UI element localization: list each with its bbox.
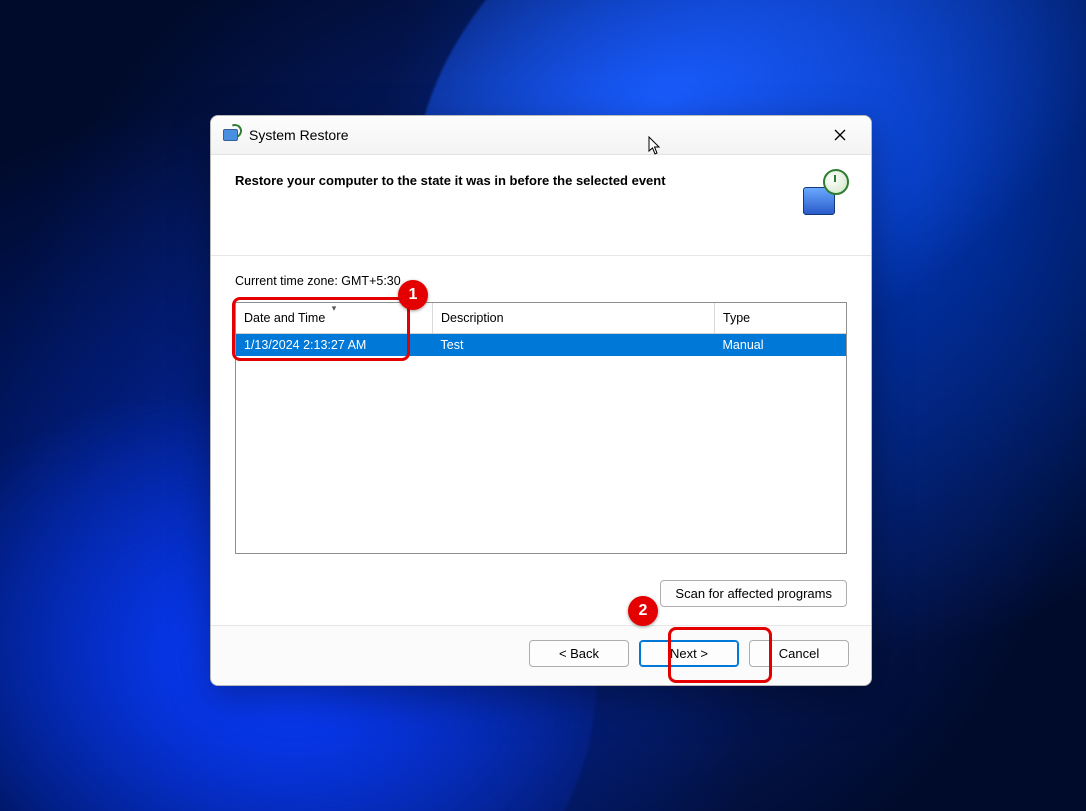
back-button[interactable]: < Back [529, 640, 629, 667]
table-row[interactable] [236, 444, 846, 466]
system-restore-icon [221, 125, 241, 145]
table-row[interactable] [236, 488, 846, 510]
restore-points-table[interactable]: ▾ Date and Time Description Type [235, 302, 847, 554]
restore-computer-clock-icon [803, 171, 847, 215]
table-row[interactable] [236, 532, 846, 554]
table-row[interactable]: 1/13/2024 2:13:27 AM Test Manual [236, 334, 846, 357]
cell-description: Test [433, 334, 715, 357]
dialog-header: Restore your computer to the state it wa… [211, 155, 871, 256]
dialog-body: Current time zone: GMT+5:30 ▾ Date and T… [211, 256, 871, 564]
cell-date: 1/13/2024 2:13:27 AM [236, 334, 433, 357]
close-button[interactable] [817, 120, 863, 150]
column-header-type-label: Type [723, 311, 750, 325]
timezone-label: Current time zone: GMT+5:30 [235, 274, 847, 288]
table-row[interactable] [236, 356, 846, 378]
dialog-heading: Restore your computer to the state it wa… [235, 171, 791, 188]
table-row[interactable] [236, 510, 846, 532]
table-row[interactable] [236, 400, 846, 422]
window-title: System Restore [249, 127, 349, 143]
system-restore-dialog: System Restore Restore your computer to … [210, 115, 872, 686]
cancel-button[interactable]: Cancel [749, 640, 849, 667]
scan-button-row: Scan for affected programs [211, 564, 871, 625]
table-header-row: ▾ Date and Time Description Type [236, 303, 846, 334]
table-row[interactable] [236, 466, 846, 488]
close-icon [834, 129, 846, 141]
table-row[interactable] [236, 378, 846, 400]
next-button[interactable]: Next > [639, 640, 739, 667]
dialog-footer: < Back Next > Cancel [211, 625, 871, 685]
titlebar[interactable]: System Restore [211, 116, 871, 155]
sort-indicator-icon: ▾ [332, 303, 337, 314]
column-header-description-label: Description [441, 311, 504, 325]
table-row[interactable] [236, 422, 846, 444]
scan-affected-programs-button[interactable]: Scan for affected programs [660, 580, 847, 607]
cell-type: Manual [715, 334, 847, 357]
column-header-date-label: Date and Time [244, 311, 325, 325]
column-header-description[interactable]: Description [433, 303, 715, 334]
column-header-date[interactable]: ▾ Date and Time [236, 303, 433, 334]
desktop-wallpaper: System Restore Restore your computer to … [0, 0, 1086, 811]
column-header-type[interactable]: Type [715, 303, 847, 334]
